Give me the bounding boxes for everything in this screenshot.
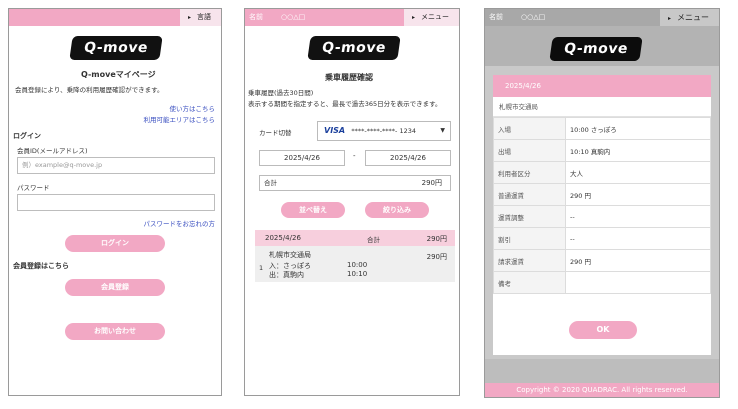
page-bottom bbox=[485, 359, 719, 385]
exit-station: 出：真駒内 bbox=[269, 271, 304, 279]
detail-value: -- bbox=[565, 205, 711, 228]
detail-key: 普通運賃 bbox=[493, 183, 566, 206]
detail-key: 運賃調整 bbox=[493, 205, 566, 228]
history-range-text: 乗車履歴(過去30日間) bbox=[248, 89, 314, 97]
menu-button[interactable]: ▸ メニュー bbox=[403, 9, 459, 26]
detail-key: 利用者区分 bbox=[493, 161, 566, 184]
user-name: 名前 ○○△□ bbox=[489, 9, 545, 26]
detail-value: 290 円 bbox=[565, 183, 711, 206]
q-move-logo: Q-move bbox=[549, 37, 643, 61]
date-from-input[interactable]: 2025/4/26 bbox=[259, 150, 345, 166]
detail-key: 入場 bbox=[493, 117, 566, 140]
detail-value bbox=[565, 271, 711, 294]
menu-button[interactable]: ▸ メニュー bbox=[659, 9, 719, 26]
ride-detail-modal: 2025/4/26 札幌市交通局 入場 10:00 さっぽろ 出場 10:10 真駒内… bbox=[493, 75, 711, 355]
menu-label: メニュー bbox=[421, 13, 449, 21]
result-header: 2025/4/26 合計 290円 bbox=[255, 230, 455, 246]
menu-label: メニュー bbox=[677, 13, 709, 22]
contact-button[interactable]: お問い合わせ bbox=[65, 323, 165, 340]
password-input[interactable] bbox=[17, 194, 215, 211]
triangle-icon: ▸ bbox=[411, 14, 415, 21]
detail-value: 10:00 さっぽろ bbox=[565, 117, 711, 140]
ride-record[interactable]: 札幌市交通局 290円 1 入：さっぽろ 10:00 出：真駒内 10:10 bbox=[255, 246, 455, 282]
operator-name: 札幌市交通局 bbox=[269, 251, 311, 259]
copyright-footer: Copyright © 2020 QUADRAC. All rights res… bbox=[485, 383, 719, 397]
password-label: パスワード bbox=[17, 184, 50, 192]
detail-row: 出場 10:10 真駒内 bbox=[493, 139, 711, 162]
register-heading: 会員登録はこちら bbox=[13, 262, 69, 270]
name-value: ○○△□ bbox=[281, 13, 306, 21]
login-button[interactable]: ログイン bbox=[65, 235, 165, 252]
page-title: 乗車履歴確認 bbox=[325, 73, 373, 82]
detail-row: 備考 bbox=[493, 271, 711, 294]
total-value: 290円 bbox=[421, 179, 442, 187]
q-move-logo: Q-move bbox=[69, 36, 163, 60]
header-bar: ▸ 言語 bbox=[9, 9, 221, 26]
language-button[interactable]: ▸ 言語 bbox=[179, 9, 221, 26]
intro-text: 会員登録により、乗降の利用履歴確認ができます。 bbox=[15, 86, 164, 94]
detail-row: 利用者区分 大人 bbox=[493, 161, 711, 184]
member-id-label: 会員ID(メールアドレス) bbox=[17, 147, 88, 155]
user-name: 名前 ○○△□ bbox=[249, 9, 305, 26]
detail-value: 290 円 bbox=[565, 249, 711, 272]
login-screen: ▸ 言語 Q-move Q-moveマイページ 会員登録により、乗降の利用履歴確認… bbox=[8, 8, 222, 396]
result-sum-label: 合計 bbox=[367, 236, 380, 244]
detail-key: 出場 bbox=[493, 139, 566, 162]
ride-fare: 290円 bbox=[426, 253, 447, 261]
name-value: ○○△□ bbox=[521, 13, 546, 21]
chevron-down-icon: ▼ bbox=[440, 127, 445, 134]
total-label: 合計 bbox=[264, 179, 277, 187]
detail-key: 請求運賃 bbox=[493, 249, 566, 272]
detail-row: 入場 10:00 さっぽろ bbox=[493, 117, 711, 140]
visa-icon: VISA bbox=[324, 126, 346, 135]
login-heading: ログイン bbox=[13, 132, 41, 140]
detail-row: 割引 -- bbox=[493, 227, 711, 250]
detail-row: 運賃調整 -- bbox=[493, 205, 711, 228]
entry-time: 10:00 bbox=[347, 261, 368, 269]
result-date: 2025/4/26 bbox=[265, 234, 301, 242]
card-select[interactable]: VISA ****-****-****- 1234 ▼ bbox=[317, 121, 451, 141]
record-index: 1 bbox=[259, 264, 264, 272]
name-label: 名前 bbox=[489, 13, 503, 21]
triangle-icon: ▸ bbox=[667, 15, 671, 22]
modal-date: 2025/4/26 bbox=[493, 75, 711, 97]
detail-value: -- bbox=[565, 227, 711, 250]
detail-key: 割引 bbox=[493, 227, 566, 250]
modal-operator: 札幌市交通局 bbox=[493, 97, 711, 117]
detail-row: 普通運賃 290 円 bbox=[493, 183, 711, 206]
card-switch-label: カード切替 bbox=[259, 129, 292, 137]
header-bar: 名前 ○○△□ ▸ メニュー bbox=[485, 9, 719, 26]
header-bar: 名前 ○○△□ ▸ メニュー bbox=[245, 9, 459, 26]
forgot-password-link[interactable]: パスワードをお忘れの方 bbox=[144, 218, 216, 228]
detail-row: 請求運賃 290 円 bbox=[493, 249, 711, 272]
howto-link[interactable]: 使い方はこちら bbox=[170, 103, 216, 113]
history-description: 表示する期間を指定すると、最長で過去365日分を表示できます。 bbox=[248, 100, 442, 108]
date-separator: - bbox=[353, 152, 356, 160]
exit-time: 10:10 bbox=[347, 270, 368, 278]
q-move-logo: Q-move bbox=[307, 36, 401, 60]
detail-key: 備考 bbox=[493, 271, 566, 294]
date-to-input[interactable]: 2025/4/26 bbox=[365, 150, 451, 166]
member-id-input[interactable]: 例）example@q-move.jp bbox=[17, 157, 215, 174]
detail-value: 大人 bbox=[565, 161, 711, 184]
name-label: 名前 bbox=[249, 13, 263, 21]
area-link[interactable]: 利用可能エリアはこちら bbox=[144, 114, 216, 124]
ok-button[interactable]: OK bbox=[569, 321, 637, 339]
triangle-icon: ▸ bbox=[187, 14, 191, 21]
detail-table: 入場 10:00 さっぽろ 出場 10:10 真駒内 利用者区分 大人 普通運賃 290 円運… bbox=[493, 117, 711, 294]
ride-history-screen: 名前 ○○△□ ▸ メニュー Q-move 乗車履歴確認 乗車履歴(過去30日間) … bbox=[244, 8, 460, 396]
detail-value: 10:10 真駒内 bbox=[565, 139, 711, 162]
language-label: 言語 bbox=[197, 13, 211, 21]
total-field: 合計 290円 bbox=[259, 175, 451, 191]
card-number: ****-****-****- 1234 bbox=[351, 127, 417, 135]
sort-button[interactable]: 並べ替え bbox=[281, 202, 345, 218]
register-button[interactable]: 会員登録 bbox=[65, 279, 165, 296]
filter-button[interactable]: 絞り込み bbox=[365, 202, 429, 218]
result-sum-value: 290円 bbox=[426, 235, 447, 243]
ride-detail-screen: 名前 ○○△□ ▸ メニュー Q-move 2025/4/26 札幌市交通局 入場 1… bbox=[484, 8, 720, 398]
page-title: Q-moveマイページ bbox=[81, 70, 156, 79]
